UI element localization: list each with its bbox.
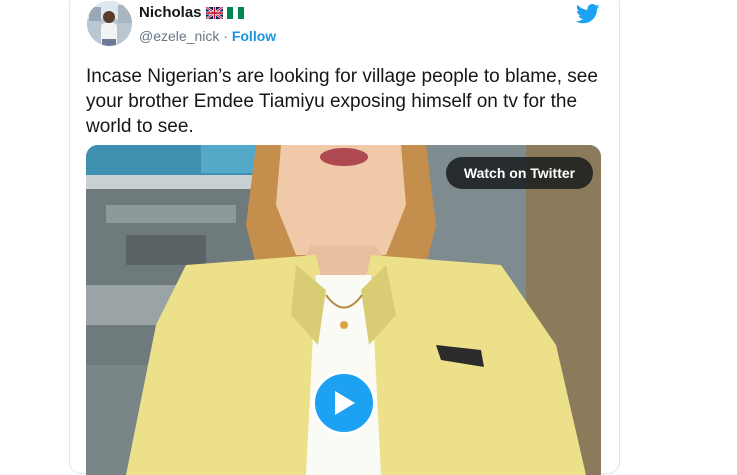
follow-button[interactable]: Follow [232, 28, 276, 44]
author-name[interactable]: Nicholas [139, 4, 202, 21]
separator-dot: · [219, 28, 232, 44]
author-name-row: Nicholas [139, 4, 244, 21]
avatar-image [87, 1, 132, 46]
watch-on-twitter-button[interactable]: Watch on Twitter [446, 157, 593, 189]
author-handle[interactable]: @ezele_nick [139, 28, 219, 44]
play-button[interactable] [312, 371, 376, 435]
twitter-bird-icon[interactable] [576, 4, 600, 24]
author-handle-row: @ezele_nick · Follow [139, 28, 276, 44]
nigeria-flag-icon [226, 6, 244, 19]
avatar[interactable] [87, 1, 132, 46]
play-icon [335, 391, 355, 415]
uk-flag-icon [205, 6, 223, 19]
tweet-text: Incase Nigerian’s are looking for villag… [86, 66, 598, 137]
